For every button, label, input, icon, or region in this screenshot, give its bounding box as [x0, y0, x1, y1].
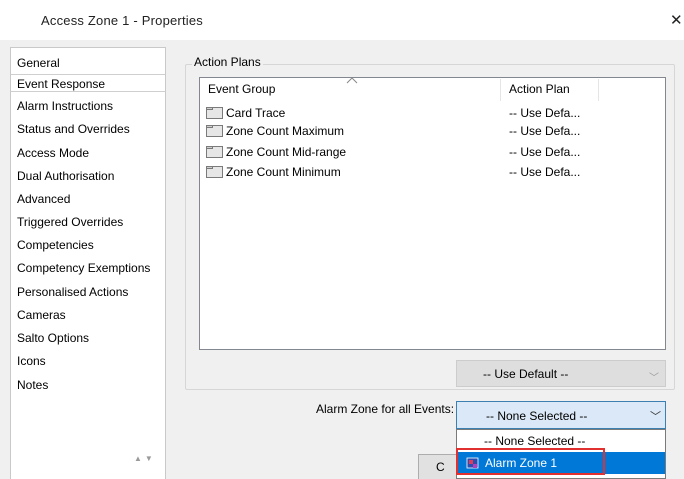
nav-item-dual-authorisation[interactable]: Dual Authorisation	[17, 167, 114, 185]
nav-item-status-and-overrides[interactable]: Status and Overrides	[17, 120, 130, 138]
list-item-name[interactable]: Card Trace	[226, 105, 285, 121]
selection-highlight-box	[456, 448, 605, 475]
nav-item-competencies[interactable]: Competencies	[17, 236, 94, 254]
folder-icon	[206, 125, 223, 137]
list-item-name[interactable]: Zone Count Minimum	[226, 164, 341, 180]
column-divider[interactable]	[598, 79, 599, 101]
nav-item-access-mode[interactable]: Access Mode	[17, 144, 89, 162]
list-item-name[interactable]: Zone Count Mid-range	[226, 144, 346, 160]
list-item-plan[interactable]: -- Use Defa...	[509, 164, 580, 180]
nav-item-icons[interactable]: Icons	[17, 352, 46, 370]
column-header-action-plan[interactable]: Action Plan	[509, 79, 570, 99]
sort-caret-icon	[346, 77, 358, 84]
alarm-zone-select[interactable]: -- None Selected -- ﹀	[456, 401, 666, 429]
list-item-name[interactable]: Zone Count Maximum	[226, 123, 344, 139]
window-title: Access Zone 1 - Properties	[41, 13, 203, 28]
close-icon[interactable]: ✕	[670, 11, 683, 29]
nav-item-general[interactable]: General	[17, 54, 60, 72]
nav-item-competency-exemptions[interactable]: Competency Exemptions	[17, 259, 150, 277]
chevron-down-icon: ﹀	[649, 373, 659, 384]
list-item-plan[interactable]: -- Use Defa...	[509, 144, 580, 160]
list-item-plan[interactable]: -- Use Defa...	[509, 105, 580, 121]
alarm-zone-label: Alarm Zone for all Events:	[316, 402, 455, 416]
nav-item-advanced[interactable]: Advanced	[17, 190, 70, 208]
alarm-zone-select-value: -- None Selected --	[486, 409, 588, 423]
column-header-event-group[interactable]: Event Group	[208, 79, 275, 99]
nav-item-alarm-instructions[interactable]: Alarm Instructions	[17, 97, 113, 115]
action-plan-select-value: -- Use Default --	[483, 367, 569, 381]
chevron-down-icon[interactable]: ﹀	[650, 408, 661, 424]
folder-icon	[206, 146, 223, 158]
folder-icon	[206, 107, 223, 119]
nav-item-triggered-overrides[interactable]: Triggered Overrides	[17, 213, 123, 231]
nav-item-event-response[interactable]: Event Response	[11, 74, 165, 92]
list-item-plan[interactable]: -- Use Defa...	[509, 123, 580, 139]
nav-item-cameras[interactable]: Cameras	[17, 306, 66, 324]
folder-icon	[206, 166, 223, 178]
title-bar: Access Zone 1 - Properties ✕	[0, 0, 684, 40]
action-plans-legend: Action Plans	[192, 55, 263, 69]
nav-scroll-arrows-icon[interactable]: ▲▼	[134, 454, 156, 463]
action-plan-select: -- Use Default -- ﹀	[456, 360, 666, 387]
nav-item-notes[interactable]: Notes	[17, 376, 48, 394]
nav-item-salto-options[interactable]: Salto Options	[17, 329, 89, 347]
ok-button[interactable]: C	[418, 454, 458, 479]
column-divider[interactable]	[500, 79, 501, 101]
nav-item-personalised-actions[interactable]: Personalised Actions	[17, 283, 128, 301]
ok-button-label: C	[436, 460, 445, 474]
